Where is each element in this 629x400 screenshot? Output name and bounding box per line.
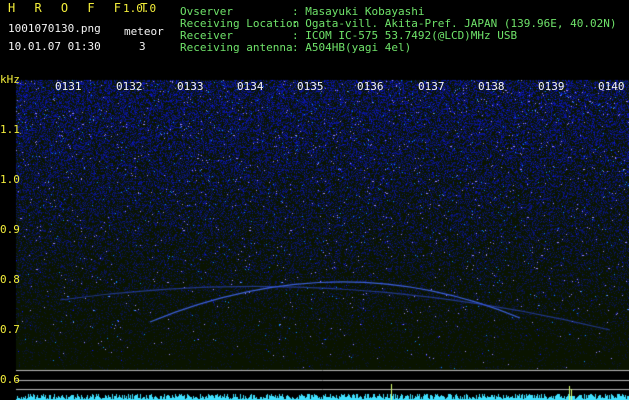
x-tick-label: 0140 (598, 80, 625, 93)
x-tick-label: 0131 (55, 80, 82, 93)
filename: 1001070130.png (8, 22, 101, 35)
meteor-label: meteor (124, 25, 164, 38)
meteor-count: 3 (139, 40, 146, 53)
datetime: 10.01.07 01:30 (8, 40, 101, 53)
x-tick-label: 0132 (116, 80, 143, 93)
x-tick-label: 0137 (418, 80, 445, 93)
y-tick-label: 0.8 (0, 273, 20, 286)
app-version: 1.0.0 (123, 2, 157, 15)
spectrogram-canvas (0, 0, 629, 400)
info-label-antenna: Receiving antenna (180, 41, 293, 54)
y-tick-label: 0.7 (0, 323, 20, 336)
y-tick-label: 1.0 (0, 173, 20, 186)
x-tick-label: 0138 (478, 80, 505, 93)
y-tick-label: 0.9 (0, 223, 20, 236)
y-tick-label: 1.1 (0, 123, 20, 136)
x-tick-label: 0139 (538, 80, 565, 93)
axis-unit-label: kHz (0, 73, 20, 86)
y-tick-label: 0.6 (0, 373, 20, 386)
x-tick-label: 0133 (177, 80, 204, 93)
x-tick-label: 0136 (357, 80, 384, 93)
x-tick-label: 0134 (237, 80, 264, 93)
x-tick-label: 0135 (297, 80, 324, 93)
info-value-antenna: : A504HB(yagi 4el) (292, 41, 412, 54)
